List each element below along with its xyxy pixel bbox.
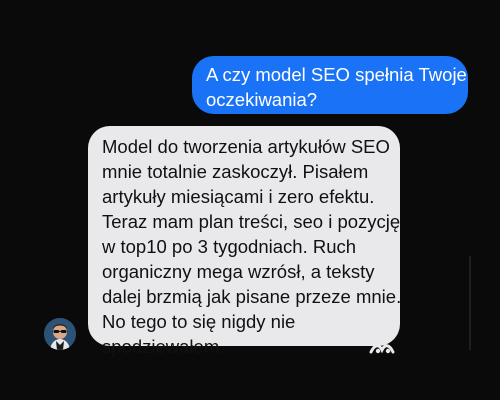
incoming-message-line: mnie totalnie zaskoczył. Pisałem (102, 161, 369, 182)
incoming-message-line: spodziewałem. (102, 336, 225, 357)
outgoing-message-bubble[interactable]: A czy model SEO spełnia Twoje oczekiwani… (192, 56, 468, 114)
outgoing-message-line: oczekiwania? (206, 89, 318, 110)
reaction-glyph-icon (369, 344, 395, 354)
scrollbar[interactable] (469, 256, 471, 350)
incoming-message-line: artykuły miesiącami i zero efektu. (102, 186, 375, 207)
incoming-message-line: Model do tworzenia artykułów SEO (102, 136, 390, 157)
incoming-message-bubble[interactable]: Model do tworzenia artykułów SEO mnie to… (88, 126, 402, 357)
reaction-icon[interactable] (369, 340, 397, 354)
chat-view: A czy model SEO spełnia Twoje oczekiwani… (0, 0, 500, 400)
user-avatar-icon[interactable] (44, 318, 76, 350)
incoming-message-line: Teraz mam plan treści, seo i pozycję (102, 211, 401, 232)
incoming-message-line: w top10 po 3 tygodniach. Ruch (102, 236, 357, 257)
incoming-message-line: dalej brzmią jak pisane przeze mnie. (102, 286, 402, 307)
incoming-message-line: No tego to się nigdy nie (102, 311, 296, 332)
avatar-portrait-icon (44, 318, 76, 350)
incoming-message-line: organiczny mega wzrósł, a teksty (102, 261, 375, 282)
outgoing-message-line: A czy model SEO spełnia Twoje (206, 64, 467, 85)
